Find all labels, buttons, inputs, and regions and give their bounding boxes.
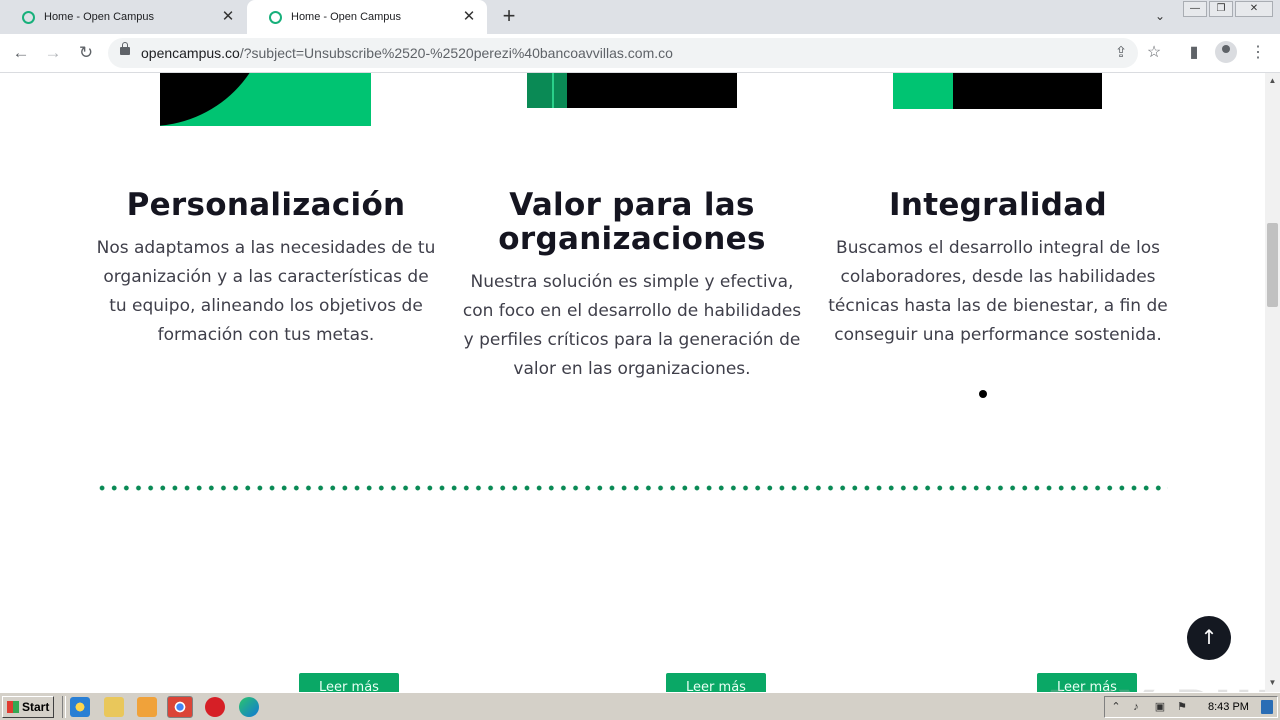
tab-title: Home - Open Campus — [44, 11, 155, 23]
tab-title: Home - Open Campus — [291, 11, 402, 23]
feature-image-valor — [527, 73, 737, 108]
anyrun-watermark: ANY RUN — [1038, 681, 1265, 692]
feature-image-personalizacion — [160, 73, 371, 126]
file-explorer-icon[interactable] — [104, 697, 124, 717]
url-text[interactable]: opencampus.co/?subject=Unsubscribe%2520-… — [141, 45, 673, 61]
side-panel-icon[interactable]: ▮ — [1182, 41, 1206, 65]
browser-toolbar: ← → ↻ opencampus.co/?subject=Unsubscribe… — [0, 34, 1280, 73]
scroll-to-top-arrow-up-icon[interactable]: ↑ — [1187, 616, 1231, 660]
share-icon[interactable]: ⇪ — [1111, 43, 1131, 63]
read-more-button[interactable]: Leer más — [299, 673, 399, 692]
opera-icon[interactable] — [205, 697, 225, 717]
taskbar-clock: 8:43 PM — [1208, 701, 1249, 713]
media-player-icon[interactable] — [137, 697, 157, 717]
taskbar: Start ⌃ ♪ ▣ ⚑ 8:43 PM — [0, 692, 1280, 720]
action-center-flag-icon[interactable]: ⚑ — [1175, 700, 1189, 714]
dotted-divider — [96, 485, 1168, 491]
lock-icon[interactable] — [120, 42, 130, 55]
forward-arrow-icon[interactable]: → — [41, 41, 65, 65]
chrome-icon[interactable] — [167, 696, 193, 718]
reload-icon[interactable]: ↻ — [74, 41, 98, 65]
vertical-scrollbar[interactable]: ▲ ▼ — [1265, 73, 1280, 692]
edge-icon[interactable] — [239, 697, 259, 717]
profile-avatar-icon[interactable] — [1215, 41, 1237, 63]
tab-search-chevron-down-icon[interactable]: ⌄ — [1152, 9, 1168, 25]
browser-menu-icon[interactable]: ⋮ — [1246, 41, 1270, 65]
mouse-cursor — [979, 390, 987, 398]
tab-close-icon[interactable]: ✕ — [220, 9, 236, 25]
minimize-button[interactable]: — — [1183, 1, 1207, 17]
bookmark-star-icon[interactable]: ☆ — [1142, 41, 1166, 65]
window-close-button[interactable]: ✕ — [1235, 1, 1273, 17]
feature-description: Nos adaptamos a las necesidades de tu or… — [96, 238, 436, 345]
internet-explorer-icon[interactable] — [70, 697, 90, 717]
scroll-up-arrow-icon[interactable]: ▲ — [1268, 77, 1277, 85]
feature-column: Personalización Nos adaptamos a las nece… — [96, 188, 436, 350]
feature-title: Personalización — [126, 187, 406, 223]
new-tab-button[interactable]: + — [498, 5, 520, 27]
open-campus-favicon-icon — [269, 10, 282, 24]
browser-tab-active[interactable]: Home - Open Campus ✕ — [247, 0, 487, 34]
windows-logo-icon — [7, 701, 19, 713]
url-domain: opencampus.co — [141, 45, 240, 61]
feature-description: Buscamos el desarrollo integral de los c… — [828, 238, 1168, 345]
back-arrow-icon[interactable]: ← — [9, 41, 33, 65]
tray-expand-icon[interactable]: ⌃ — [1109, 700, 1123, 714]
tab-close-icon[interactable]: ✕ — [461, 9, 477, 25]
open-campus-favicon-icon — [22, 10, 35, 24]
taskbar-separator — [62, 696, 66, 718]
feature-column: Integralidad Buscamos el desarrollo inte… — [828, 188, 1168, 350]
browser-tab[interactable]: Home - Open Campus ✕ — [0, 0, 246, 34]
read-more-button[interactable]: Leer más — [666, 673, 766, 692]
feature-title: Valor para las organizaciones — [498, 187, 766, 257]
page-content: Personalización Nos adaptamos a las nece… — [0, 73, 1265, 692]
address-bar[interactable]: opencampus.co/?subject=Unsubscribe%2520-… — [108, 38, 1138, 68]
feature-column: Valor para las organizaciones Nuestra so… — [462, 188, 802, 384]
feature-description: Nuestra solución es simple y efectiva, c… — [462, 272, 802, 379]
url-path: /?subject=Unsubscribe%2520-%2520perezi%4… — [239, 45, 673, 61]
show-desktop-icon[interactable] — [1261, 700, 1273, 714]
system-tray: ⌃ ♪ ▣ ⚑ — [1104, 696, 1278, 718]
restore-button[interactable]: ❐ — [1209, 1, 1233, 17]
scrollbar-thumb[interactable] — [1267, 223, 1278, 307]
start-label: Start — [22, 700, 50, 714]
start-button[interactable]: Start — [2, 696, 54, 718]
feature-title: Integralidad — [889, 187, 1107, 223]
volume-icon[interactable]: ♪ — [1129, 700, 1143, 714]
feature-image-integralidad — [893, 73, 1102, 109]
scroll-down-arrow-icon[interactable]: ▼ — [1268, 679, 1277, 687]
network-icon[interactable]: ▣ — [1153, 700, 1167, 714]
tab-bar: Home - Open Campus ✕ Home - Open Campus … — [0, 0, 1280, 34]
